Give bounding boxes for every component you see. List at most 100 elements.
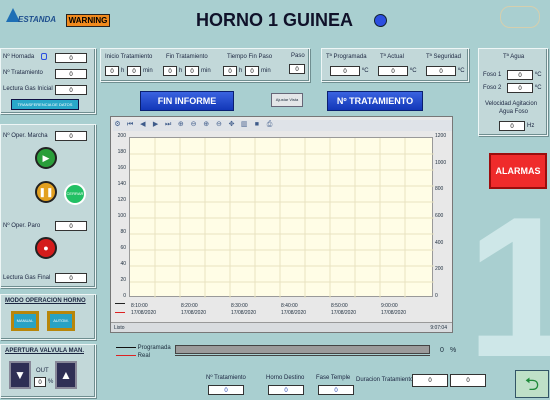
chart-print-icon[interactable]: ⎙ <box>265 120 274 129</box>
lectura-final-field[interactable]: 0 <box>55 273 87 283</box>
inicio-min-field[interactable]: 0 <box>127 66 141 76</box>
valve-down-button[interactable]: ▼ <box>9 361 31 389</box>
x-date-label: 17/08/2020 <box>181 310 207 316</box>
bottom-fase-field[interactable]: 0 <box>318 385 354 395</box>
velocidad-unit: Hz <box>527 123 535 129</box>
chart-back-icon[interactable]: ◀ <box>138 120 147 129</box>
bottom-horno-label: Horno Destino <box>266 375 305 381</box>
oper-marcha-label: Nº Oper. Marcha <box>3 133 48 139</box>
bottom-horno-field[interactable]: 0 <box>268 385 304 395</box>
modo-panel: MODO OPERACION HORNO MANUAL AUTOM. <box>0 294 96 340</box>
inicio-h-unit: h <box>121 68 125 74</box>
warning-indicator[interactable]: WARNING <box>66 14 110 27</box>
velocidad-field[interactable]: 0 <box>499 121 525 131</box>
progress-percent: 0 <box>440 347 444 354</box>
y-tick-label: 40 <box>120 261 126 267</box>
chart-last-icon[interactable]: ⏭ <box>164 120 173 129</box>
fin-informe-button[interactable]: FIN INFORME <box>140 91 234 111</box>
x-time-label: 8:40:00 <box>281 303 298 309</box>
chart-status-left: Listo <box>114 325 125 331</box>
fin-h-field[interactable]: 0 <box>163 66 177 76</box>
chart-forward-icon[interactable]: ▶ <box>151 120 160 129</box>
small-button[interactable]: CERRAR <box>64 183 86 205</box>
n-tratamiento-button[interactable]: Nº TRATAMIENTO <box>327 91 423 111</box>
tiempo-min-field[interactable]: 0 <box>245 66 259 76</box>
chart-pan-icon[interactable]: ✥ <box>227 120 236 129</box>
programada-label: Programada <box>137 345 171 351</box>
y-left-axis: 200 180 160 140 120 100 80 60 40 20 0 <box>111 133 127 301</box>
actual-field[interactable]: 0 <box>378 66 408 76</box>
chart-plot-area <box>129 137 434 298</box>
seguridad-unit: ºC <box>458 68 465 74</box>
paso-field[interactable]: 0 <box>289 64 305 74</box>
y-right-axis: 1200 1000 800 600 400 200 0 <box>434 133 454 301</box>
x-date-label: 17/08/2020 <box>231 310 257 316</box>
valvula-panel: APERTURA VALVULA MAN. ▼ OUT 0 % ▲ <box>0 344 96 398</box>
chart-config-icon[interactable]: ⚙ <box>113 120 122 129</box>
pause-button[interactable]: ❚❚ <box>35 181 57 203</box>
chart-zoom-x-icon[interactable]: ⊕ <box>202 120 211 129</box>
inicio-min-unit: min <box>143 68 153 74</box>
chart-toolbar: ⚙ ⏮ ◀ ▶ ⏭ ⊕ ⊖ ⊕ ⊖ ✥ ▥ ■ ⎙ <box>113 120 452 131</box>
stop-icon: ● <box>43 242 49 253</box>
x-time-label: 8:50:00 <box>331 303 348 309</box>
chart-status-right: 9:07:04 <box>430 325 447 331</box>
bottom-duracion-b[interactable]: 0 <box>450 374 486 387</box>
hornada-field[interactable]: 0 <box>55 53 87 63</box>
valve-value-field[interactable]: 0 <box>34 377 46 387</box>
fin-h-unit: h <box>179 68 183 74</box>
auto-button[interactable]: AUTOM. <box>47 311 75 331</box>
fin-min-field[interactable]: 0 <box>185 66 199 76</box>
inicio-label: Inicio Tratamiento <box>105 54 153 60</box>
bottom-duracion-a[interactable]: 0 <box>412 374 448 387</box>
pause-icon: ❚❚ <box>38 186 54 197</box>
programada-field[interactable]: 0 <box>330 66 360 76</box>
agua-panel: Tª Agua Foso 1 0 ºC Foso 2 0 ºC Velocida… <box>478 48 548 136</box>
play-icon: ▶ <box>42 152 50 163</box>
x-date-label: 17/08/2020 <box>131 310 157 316</box>
chart-grid <box>130 138 434 298</box>
y-tick-label: 100 <box>117 213 126 219</box>
agua-title: Tª Agua <box>503 54 525 60</box>
valve-up-button[interactable]: ▲ <box>55 361 77 389</box>
stop-button[interactable]: ● <box>35 237 57 259</box>
actual-unit: ºC <box>410 68 417 74</box>
y-tick-label: 120 <box>117 197 126 203</box>
times-panel: Inicio Tratamiento Fin Tratamiento Tiemp… <box>100 48 310 82</box>
oper-marcha-field[interactable]: 0 <box>55 131 87 141</box>
ajustar-vista-button[interactable]: Ajustar Vista <box>271 93 303 107</box>
chart-zoom-out-icon[interactable]: ⊖ <box>189 120 198 129</box>
seguridad-field[interactable]: 0 <box>426 66 456 76</box>
y-tick-label: 160 <box>117 165 126 171</box>
y-tick-label: 0 <box>123 293 126 299</box>
modo-title: MODO OPERACION HORNO <box>5 298 86 304</box>
temps-panel: Tª Programada Tª Actual Tª Seguridad 0 º… <box>321 48 469 82</box>
transfer-button[interactable]: TRANSFERENCIA DE DATOS <box>11 99 79 110</box>
oper-panel: Nº Oper. Marcha 0 ▶ ❚❚ CERRAR Nº Oper. P… <box>0 124 96 288</box>
x-time-label: 8:20:00 <box>181 303 198 309</box>
fase2-field[interactable]: 0 <box>507 83 533 93</box>
manual-button[interactable]: MANUAL <box>11 311 39 331</box>
tiempo-h-field[interactable]: 0 <box>223 66 237 76</box>
chart-stop-icon[interactable]: ■ <box>252 120 261 129</box>
fase1-field[interactable]: 0 <box>507 70 533 80</box>
tratamiento-field[interactable]: 0 <box>55 69 87 79</box>
oper-paro-field[interactable]: 0 <box>55 221 87 231</box>
play-button[interactable]: ▶ <box>35 147 57 169</box>
page-title: HORNO 1 GUINEA <box>196 10 354 30</box>
chart-zoom-y-icon[interactable]: ⊖ <box>214 120 223 129</box>
bottom-duracion-label: Duracion Tratamiento <box>356 377 414 383</box>
back-button[interactable]: ⮌ <box>515 370 549 398</box>
bottom-tratamiento-field[interactable]: 0 <box>208 385 244 395</box>
inicio-h-field[interactable]: 0 <box>105 66 119 76</box>
lectura-inicial-field[interactable]: 0 <box>55 85 87 95</box>
chart-ruler-icon[interactable]: ▥ <box>240 120 249 129</box>
arrow-up-icon: ▲ <box>60 368 72 382</box>
chart-zoom-in-icon[interactable]: ⊕ <box>176 120 185 129</box>
hornada-label: Nº Hornada <box>3 54 35 60</box>
arrow-down-icon: ▼ <box>14 368 26 382</box>
lectura-final-label: Lectura Gas Final <box>3 275 51 281</box>
oper-paro-label: Nº Oper. Paro <box>3 223 41 229</box>
chart-first-icon[interactable]: ⏮ <box>126 120 135 129</box>
logo-text: ESTANDA <box>18 15 57 24</box>
